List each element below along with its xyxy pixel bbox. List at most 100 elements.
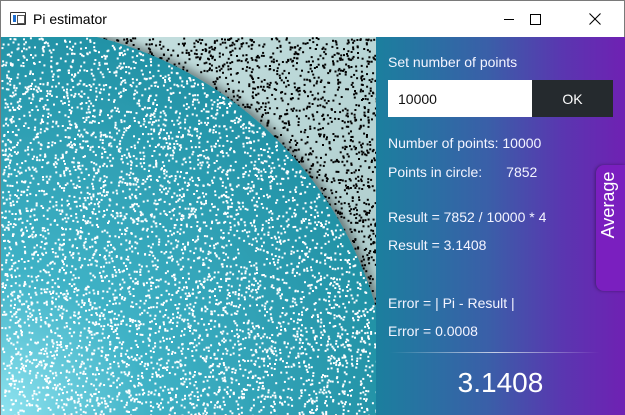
close-button[interactable] (572, 1, 618, 37)
point-inside (295, 338, 298, 341)
point-outside (337, 200, 340, 203)
point-inside (300, 181, 303, 184)
point-outside (272, 61, 275, 64)
point-inside (75, 391, 77, 394)
point-inside (194, 381, 197, 383)
point-inside (142, 389, 145, 392)
maximize-button[interactable] (512, 1, 558, 37)
point-outside (261, 88, 264, 91)
point-inside (260, 174, 263, 177)
point-inside (136, 346, 139, 348)
point-inside (365, 350, 367, 353)
point-inside (85, 102, 88, 104)
point-outside (279, 50, 282, 53)
point-inside (125, 173, 128, 176)
point-inside (344, 258, 347, 261)
point-inside (281, 293, 283, 296)
point-inside (125, 258, 128, 261)
point-inside (319, 278, 322, 281)
point-inside (116, 145, 119, 148)
point-inside (118, 271, 121, 274)
point-inside (261, 381, 264, 384)
point-outside (305, 60, 308, 63)
point-outside (278, 74, 281, 77)
point-inside (240, 406, 243, 409)
point-inside (60, 337, 63, 340)
point-inside (183, 380, 186, 383)
point-inside (263, 333, 266, 336)
point-inside (179, 112, 181, 115)
point-outside (214, 46, 217, 49)
point-inside (302, 176, 305, 179)
point-inside (51, 279, 54, 282)
point-inside (72, 59, 75, 62)
point-outside (294, 155, 297, 158)
point-inside (46, 355, 49, 358)
point-inside (125, 213, 128, 216)
point-inside (320, 336, 322, 339)
point-inside (14, 282, 17, 285)
point-inside (92, 178, 95, 181)
point-inside (261, 394, 264, 397)
point-inside (23, 281, 26, 284)
point-inside (157, 279, 160, 282)
point-inside (129, 183, 132, 186)
point-inside (170, 217, 173, 220)
point-outside (336, 88, 339, 91)
point-inside (255, 240, 258, 243)
point-inside (189, 250, 192, 253)
point-outside (367, 119, 370, 122)
point-inside (108, 204, 111, 207)
point-outside (328, 196, 331, 199)
point-inside (318, 272, 321, 275)
point-outside (150, 43, 153, 46)
point-inside (27, 318, 30, 321)
point-inside (182, 195, 185, 198)
point-outside (337, 82, 340, 85)
point-inside (349, 266, 351, 269)
point-inside (45, 192, 48, 195)
point-outside (355, 213, 358, 216)
point-inside (370, 379, 373, 382)
point-inside (169, 230, 172, 233)
point-inside (285, 346, 288, 349)
point-inside (85, 318, 88, 321)
point-outside (183, 44, 185, 47)
point-outside (368, 186, 371, 189)
point-inside (179, 359, 182, 362)
point-inside (46, 92, 49, 95)
point-inside (135, 78, 138, 81)
point-inside (340, 326, 343, 329)
point-inside (237, 340, 240, 343)
point-inside (365, 281, 367, 284)
point-outside (350, 136, 353, 138)
point-inside (189, 402, 192, 405)
point-inside (130, 167, 132, 170)
point-inside (4, 158, 7, 161)
point-outside (276, 73, 279, 76)
point-inside (9, 202, 12, 204)
point-inside (330, 307, 333, 309)
point-inside (331, 345, 334, 348)
point-inside (21, 221, 24, 224)
point-outside (352, 41, 355, 44)
title-bar[interactable]: Pi estimator (1, 1, 624, 37)
point-inside (195, 128, 198, 130)
point-inside (315, 205, 318, 208)
point-inside (252, 185, 255, 188)
point-inside (321, 211, 323, 214)
point-inside (223, 388, 226, 391)
point-inside (205, 411, 208, 414)
point-inside (266, 395, 269, 398)
point-inside (232, 273, 235, 276)
point-inside (69, 173, 72, 176)
point-inside (31, 332, 34, 335)
point-inside (323, 386, 326, 389)
point-inside (180, 224, 183, 226)
point-outside (290, 139, 292, 141)
point-inside (134, 282, 137, 285)
point-inside (212, 131, 215, 134)
point-inside (179, 148, 181, 151)
point-inside (199, 161, 202, 164)
point-inside (14, 303, 16, 306)
